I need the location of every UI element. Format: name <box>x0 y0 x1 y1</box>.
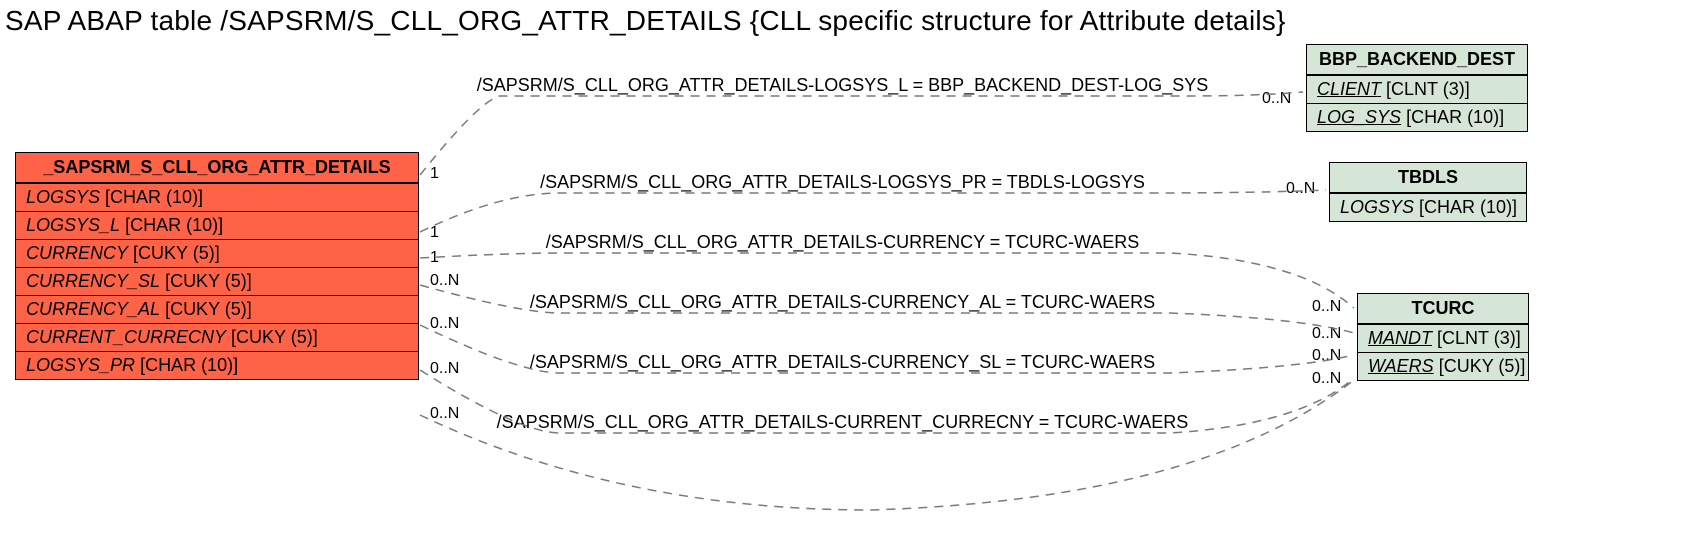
relation-label: /SAPSRM/S_CLL_ORG_ATTR_DETAILS-CURRENT_C… <box>0 412 1685 433</box>
field-row: CURRENT_CURRECNY [CUKY (5)] <box>16 323 418 351</box>
field-type: [CLNT (3)] <box>1437 328 1521 348</box>
card-right: 0..N <box>1312 325 1341 343</box>
card-right: 0..N <box>1312 370 1341 388</box>
card-left: 1 <box>430 224 439 242</box>
field-type: [CHAR (10)] <box>1419 197 1517 217</box>
card-left: 1 <box>430 165 439 183</box>
card-left: 0..N <box>430 272 459 290</box>
field-type: [CHAR (10)] <box>1406 107 1504 127</box>
card-left: 0..N <box>430 360 459 378</box>
card-right: 0..N <box>1286 180 1315 198</box>
field-name: CURRENT_CURRECNY <box>26 327 226 347</box>
field-type: [CUKY (5)] <box>165 271 252 291</box>
field-row: CURRENCY_SL [CUKY (5)] <box>16 267 418 295</box>
relation-label: /SAPSRM/S_CLL_ORG_ATTR_DETAILS-LOGSYS_PR… <box>0 172 1685 193</box>
field-row: LOG_SYS [CHAR (10)] <box>1307 103 1527 131</box>
card-right: 0..N <box>1262 90 1291 108</box>
entity-bbp-header: BBP_BACKEND_DEST <box>1307 45 1527 75</box>
card-right: 0..N <box>1312 347 1341 365</box>
relation-label: /SAPSRM/S_CLL_ORG_ATTR_DETAILS-CURRENCY … <box>0 232 1685 253</box>
field-name: LOGSYS <box>1340 197 1414 217</box>
relation-label: /SAPSRM/S_CLL_ORG_ATTR_DETAILS-LOGSYS_L … <box>0 75 1685 96</box>
field-type: [CUKY (5)] <box>231 327 318 347</box>
diagram-canvas: SAP ABAP table /SAPSRM/S_CLL_ORG_ATTR_DE… <box>0 0 1685 534</box>
relation-label: /SAPSRM/S_CLL_ORG_ATTR_DETAILS-CURRENCY_… <box>0 292 1685 313</box>
field-name: MANDT <box>1368 328 1432 348</box>
card-left: 1 <box>430 249 439 267</box>
relation-label: /SAPSRM/S_CLL_ORG_ATTR_DETAILS-CURRENCY_… <box>0 352 1685 373</box>
field-row: LOGSYS [CHAR (10)] <box>1330 193 1526 221</box>
field-row: MANDT [CLNT (3)] <box>1358 324 1528 352</box>
card-left: 0..N <box>430 315 459 333</box>
field-name: CURRENCY_SL <box>26 271 160 291</box>
field-name: LOG_SYS <box>1317 107 1401 127</box>
card-right: 0..N <box>1312 298 1341 316</box>
card-left: 0..N <box>430 405 459 423</box>
page-title: SAP ABAP table /SAPSRM/S_CLL_ORG_ATTR_DE… <box>5 5 1286 37</box>
